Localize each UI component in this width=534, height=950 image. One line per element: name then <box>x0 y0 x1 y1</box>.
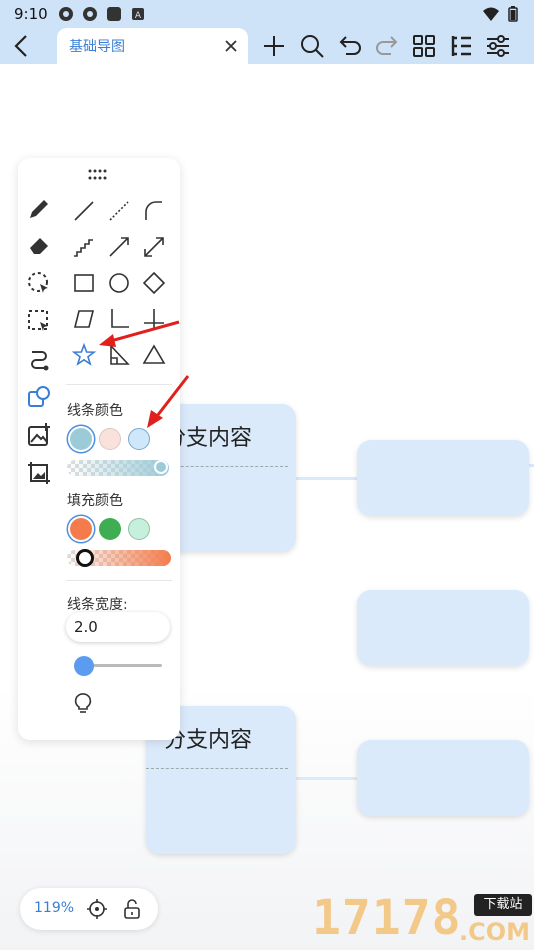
annotation-arrow-icon <box>99 320 180 347</box>
watermark-logo: 17178 下载站 .COM <box>312 888 534 950</box>
line-color-swatch[interactable] <box>99 428 121 450</box>
diamond-icon[interactable] <box>141 270 167 296</box>
fill-opacity-knob[interactable] <box>76 549 94 567</box>
settings-sliders-icon[interactable] <box>484 32 512 60</box>
zoom-level[interactable]: 119% <box>34 900 74 916</box>
rect-select-icon[interactable] <box>26 308 52 334</box>
image-crop-icon[interactable] <box>26 460 52 486</box>
status-time: 9:10 <box>14 5 48 23</box>
outline-list-icon[interactable] <box>447 32 475 60</box>
search-icon[interactable] <box>298 32 326 60</box>
node-divider <box>146 768 288 769</box>
battery-icon <box>508 6 518 22</box>
sub-node[interactable] <box>357 740 529 816</box>
line-width-input[interactable]: 2.0 <box>66 612 170 642</box>
sub-node[interactable] <box>357 440 529 516</box>
grid-layout-icon[interactable] <box>410 32 438 60</box>
add-image-icon[interactable] <box>26 422 52 448</box>
line-width-slider-knob[interactable] <box>74 656 94 676</box>
lightbulb-icon[interactable] <box>72 692 94 714</box>
fill-color-swatch[interactable] <box>128 518 150 540</box>
fill-color-swatch[interactable] <box>70 518 92 540</box>
svg-text:A: A <box>135 11 142 21</box>
status-bar: 9:10 A <box>0 0 534 28</box>
top-toolbar: 基础导图 <box>0 28 534 64</box>
app-square-icon <box>106 7 121 21</box>
curve-line-icon[interactable] <box>141 198 167 224</box>
zigzag-line-icon[interactable] <box>71 234 97 260</box>
back-arrow-icon[interactable] <box>8 32 36 60</box>
watermark-badge: 下载站 <box>474 894 532 916</box>
fill-color-swatch[interactable] <box>99 518 121 540</box>
annotation-arrow-icon <box>147 375 190 428</box>
app-notification-icon <box>82 7 97 21</box>
watermark-digits: 17178 <box>312 890 462 946</box>
line-color-label: 线条颜色 <box>67 403 123 419</box>
line-width-label: 线条宽度: <box>67 597 128 613</box>
parallelogram-icon[interactable] <box>71 306 97 332</box>
redo-icon[interactable] <box>373 32 401 60</box>
shape-tool-icon[interactable] <box>26 384 52 410</box>
line-icon[interactable] <box>71 198 97 224</box>
eraser-icon[interactable] <box>26 232 52 258</box>
fill-color-label: 填充颜色 <box>67 493 123 509</box>
circle-icon[interactable] <box>106 270 132 296</box>
locate-center-icon[interactable] <box>86 898 108 920</box>
lasso-select-icon[interactable] <box>26 270 52 296</box>
panel-divider <box>66 580 172 581</box>
wifi-icon <box>483 7 499 21</box>
connector-line <box>294 477 358 480</box>
add-icon[interactable] <box>260 32 288 60</box>
drawing-tool-panel: 线条颜色 填充颜色 线条宽度: 2.0 <box>18 158 180 740</box>
rectangle-icon[interactable] <box>71 270 97 296</box>
unlock-icon[interactable] <box>122 898 142 920</box>
pencil-icon[interactable] <box>26 196 52 222</box>
app-notification-icon <box>58 7 73 21</box>
watermark-suffix: .COM <box>458 918 530 946</box>
drag-handle-icon[interactable] <box>87 168 109 182</box>
line-color-swatch[interactable] <box>70 428 92 450</box>
dashed-line-icon[interactable] <box>106 198 132 224</box>
double-arrow-line-icon[interactable] <box>141 234 167 260</box>
star-icon[interactable] <box>71 342 97 368</box>
sub-node[interactable] <box>357 590 529 666</box>
tab-basic-mindmap[interactable]: 基础导图 <box>57 28 248 64</box>
app-a-icon: A <box>131 8 144 21</box>
connector-line <box>294 777 358 780</box>
connector-path-icon[interactable] <box>26 346 52 372</box>
line-opacity-knob[interactable] <box>154 460 168 474</box>
close-icon[interactable] <box>222 37 240 55</box>
tab-title: 基础导图 <box>69 39 125 55</box>
undo-icon[interactable] <box>336 32 364 60</box>
arrow-line-icon[interactable] <box>106 234 132 260</box>
zoom-control: 119% <box>20 888 158 930</box>
